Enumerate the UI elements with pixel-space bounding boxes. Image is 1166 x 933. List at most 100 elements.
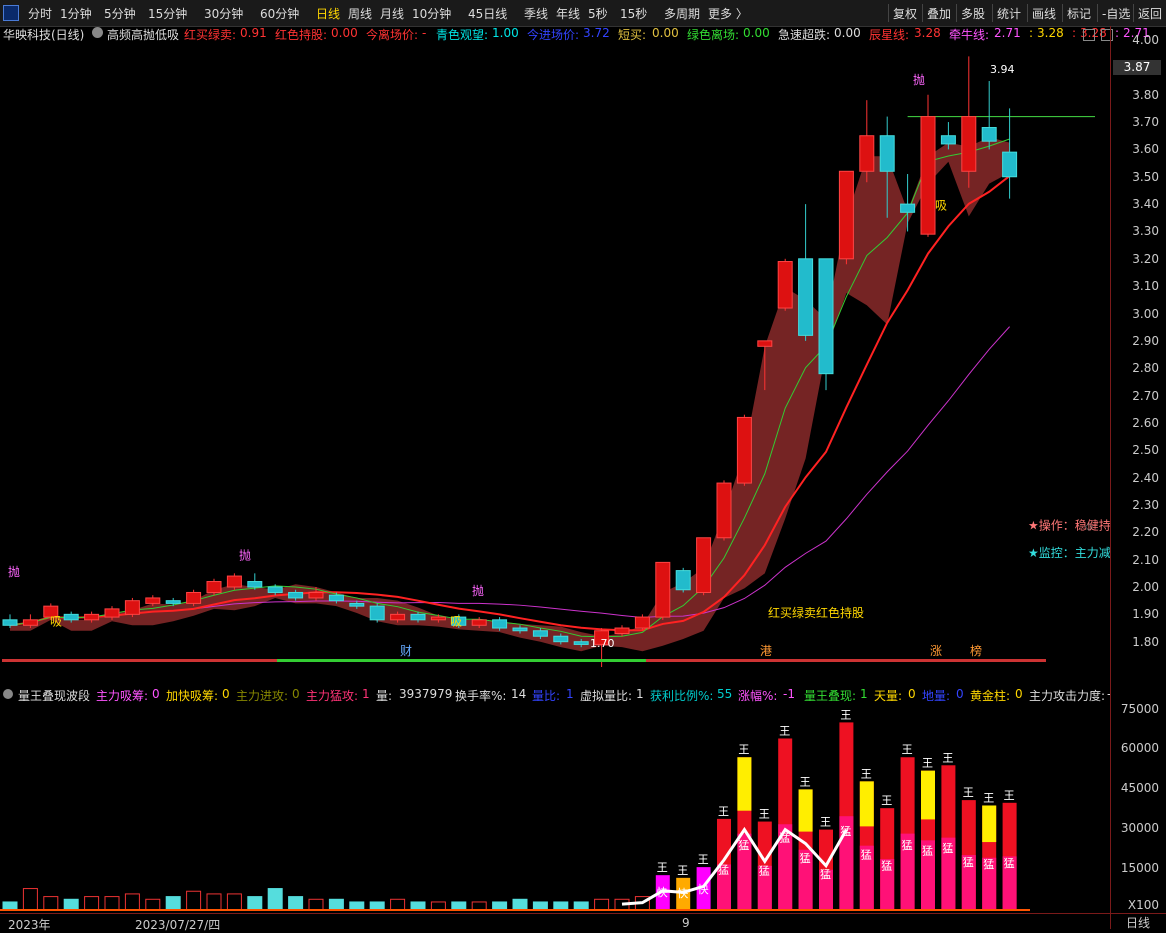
volume-trend-line — [621, 826, 848, 906]
wang-marker: 王 — [922, 757, 933, 770]
toolbar-button-6[interactable]: -自选 — [1102, 5, 1130, 22]
vol-item-value: 1 — [362, 687, 370, 701]
candle-body — [940, 135, 956, 145]
period-indicator: 日线 — [1110, 913, 1166, 930]
volume-bar-body — [349, 901, 365, 911]
period-tab-8[interactable]: 月线 — [380, 5, 404, 22]
vol-item-label: 量: — [376, 689, 393, 703]
candle-body — [390, 613, 406, 621]
volume-bar-body — [43, 896, 59, 911]
volume-bar-body — [226, 893, 242, 911]
candle-body — [634, 616, 650, 629]
wang-marker: 王 — [657, 861, 668, 874]
candle-body — [104, 608, 120, 618]
candle-body — [410, 613, 426, 621]
price-candlestick-chart[interactable]: 抛抛抛抛吸吸吸红买绿卖红色持股3.941.70★操作：稳健持股★监控：主力减仓◇… — [0, 42, 1110, 667]
volume-bar — [63, 898, 79, 911]
volume-tick-label: 75000 — [1120, 702, 1159, 716]
indicator-name[interactable]: 高频高抛低吸 — [107, 26, 179, 43]
period-tab-4[interactable]: 30分钟 — [204, 5, 243, 22]
candle — [696, 537, 712, 596]
info-item-label: : — [1072, 26, 1077, 40]
meng-marker: 猛 — [738, 839, 749, 852]
info-item-value: 0.00 — [331, 26, 358, 40]
candle-body — [226, 575, 242, 588]
volume-tick-label: 60000 — [1120, 741, 1159, 755]
vol-indicator-dropdown-icon[interactable] — [3, 689, 13, 699]
candle-body — [145, 597, 161, 604]
candle — [961, 56, 977, 188]
vol-item-label: 虚拟量比: — [580, 689, 633, 703]
meng-marker: 猛 — [1004, 857, 1015, 870]
volume-bar — [573, 901, 589, 911]
volume-chart[interactable]: 王快王快王快王猛王猛王猛王猛王猛王猛王猛王猛王猛王猛王猛王猛王猛王猛王猛 — [0, 703, 1110, 913]
period-tab-13[interactable]: 5秒 — [588, 5, 608, 22]
meng-marker: 猛 — [861, 849, 872, 862]
vol-item-label: 量比: — [532, 689, 561, 703]
volume-bar-body — [594, 898, 610, 911]
candle-body — [675, 570, 691, 591]
period-tab-6[interactable]: 日线 — [316, 5, 340, 22]
volume-bar — [165, 896, 181, 911]
trend-ribbon — [10, 137, 1010, 652]
candle-body — [716, 482, 732, 539]
toolbar-button-1[interactable]: 叠加 — [927, 5, 951, 22]
app-logo-icon[interactable] — [3, 5, 19, 21]
meng-marker: 猛 — [759, 865, 770, 878]
event-marker-label: 榜 — [970, 643, 982, 658]
candle-body — [696, 537, 712, 593]
period-tab-3[interactable]: 15分钟 — [148, 5, 187, 22]
period-tab-14[interactable]: 15秒 — [620, 5, 647, 22]
toolbar-button-5[interactable]: 标记 — [1067, 5, 1091, 22]
price-tick-label: 2.80 — [1132, 361, 1159, 376]
period-tab-10[interactable]: 45日线 — [468, 5, 507, 22]
candle — [124, 597, 140, 618]
price-tick-label: 3.10 — [1132, 279, 1159, 294]
vol-indicator-name[interactable]: 量王叠现波段 — [18, 687, 90, 704]
candle — [818, 258, 834, 391]
volume-bar — [124, 893, 140, 911]
period-tab-12[interactable]: 年线 — [556, 5, 580, 22]
period-tab-15[interactable]: 多周期 — [664, 5, 700, 22]
volume-bar-body — [165, 896, 181, 911]
toolbar-button-7[interactable]: 返回 — [1138, 5, 1162, 22]
chart-settings-icon[interactable] — [1083, 29, 1095, 41]
candle — [736, 414, 752, 486]
volume-bar — [43, 896, 59, 911]
toolbar-button-4[interactable]: 画线 — [1032, 5, 1056, 22]
candle-body — [206, 581, 222, 593]
info-item-label: 红色持股: — [275, 28, 328, 42]
period-tab-5[interactable]: 60分钟 — [260, 5, 299, 22]
info-item-label: 绿色离场: — [687, 28, 740, 42]
pao-sell-label: 抛 — [472, 583, 484, 598]
indicator-dropdown-icon[interactable] — [92, 27, 103, 38]
toolbar-button-0[interactable]: 复权 — [893, 5, 917, 22]
candle — [369, 603, 385, 623]
toolbar-button-2[interactable]: 多股 — [961, 5, 985, 22]
candle-body — [573, 641, 589, 645]
period-tab-7[interactable]: 周线 — [348, 5, 372, 22]
info-item-label: 青色观望: — [436, 28, 489, 42]
volume-bar — [104, 896, 120, 911]
period-tab-0[interactable]: 分时 — [28, 5, 52, 22]
vol-item-value: 1 — [860, 687, 868, 701]
volume-bar-body — [492, 901, 508, 911]
info-item-value: 3.72 — [583, 26, 610, 40]
xi-buy-label: 吸 — [450, 614, 462, 628]
toolbar-button-3[interactable]: 统计 — [997, 5, 1021, 22]
volume-bar-body — [267, 888, 283, 911]
wang-marker: 王 — [963, 786, 974, 799]
period-tab-16[interactable]: 更多 〉 — [708, 5, 748, 22]
candle-body — [614, 627, 630, 634]
period-tab-11[interactable]: 季线 — [524, 5, 548, 22]
tianliang-segment — [798, 789, 813, 832]
candle-body — [492, 619, 508, 629]
meng-marker: 猛 — [820, 868, 831, 881]
info-item-value: - — [422, 26, 427, 40]
candle — [206, 578, 222, 596]
candle — [247, 573, 263, 590]
period-tab-1[interactable]: 1分钟 — [60, 5, 92, 22]
operation-diamond-icon: ◇ — [1085, 522, 1093, 533]
period-tab-2[interactable]: 5分钟 — [104, 5, 136, 22]
period-tab-9[interactable]: 10分钟 — [412, 5, 451, 22]
